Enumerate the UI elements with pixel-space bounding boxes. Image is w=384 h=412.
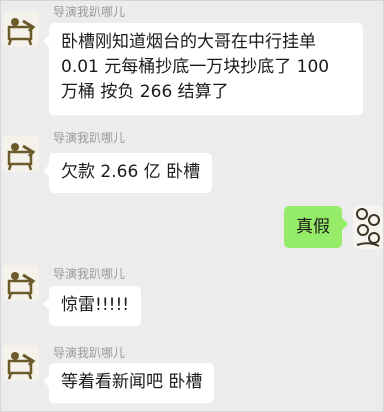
chat-screen: { "messages": [ {"sender": "导演我趴哪儿", "li… [0, 0, 384, 412]
sender-avatar-icon[interactable] [3, 11, 39, 47]
sender-name: 导演我趴哪儿 [53, 131, 126, 145]
message-bubble[interactable]: 惊雷!!!!! [42, 286, 142, 326]
sender-name: 导演我趴哪儿 [53, 5, 126, 19]
sender-name: 导演我趴哪儿 [53, 267, 126, 281]
message-bubble-self[interactable]: 真假 [284, 206, 348, 248]
sender-avatar-icon[interactable] [3, 345, 39, 381]
message-text-line: 卧槽刚知道烟台的大哥在中行挂单 [61, 32, 316, 52]
sender-name: 导演我趴哪儿 [53, 346, 126, 360]
message-text-line: 0.01 元每桶抄底一万块抄底了 100 [61, 57, 330, 77]
sender-avatar-icon[interactable] [3, 265, 39, 301]
message-bubble[interactable]: 欠款 2.66 亿 卧槽 [42, 153, 213, 193]
sender-avatar-icon[interactable] [3, 136, 39, 172]
message-text-line: 万桶 按负 266 结算了 [61, 82, 229, 102]
self-avatar-icon[interactable] [353, 205, 383, 249]
message-bubble[interactable]: 等着看新闻吧 卧槽 [42, 363, 215, 403]
message-bubble[interactable]: 卧槽刚知道烟台的大哥在中行挂单 0.01 元每桶抄底一万块抄底了 100 万桶 … [43, 23, 363, 115]
